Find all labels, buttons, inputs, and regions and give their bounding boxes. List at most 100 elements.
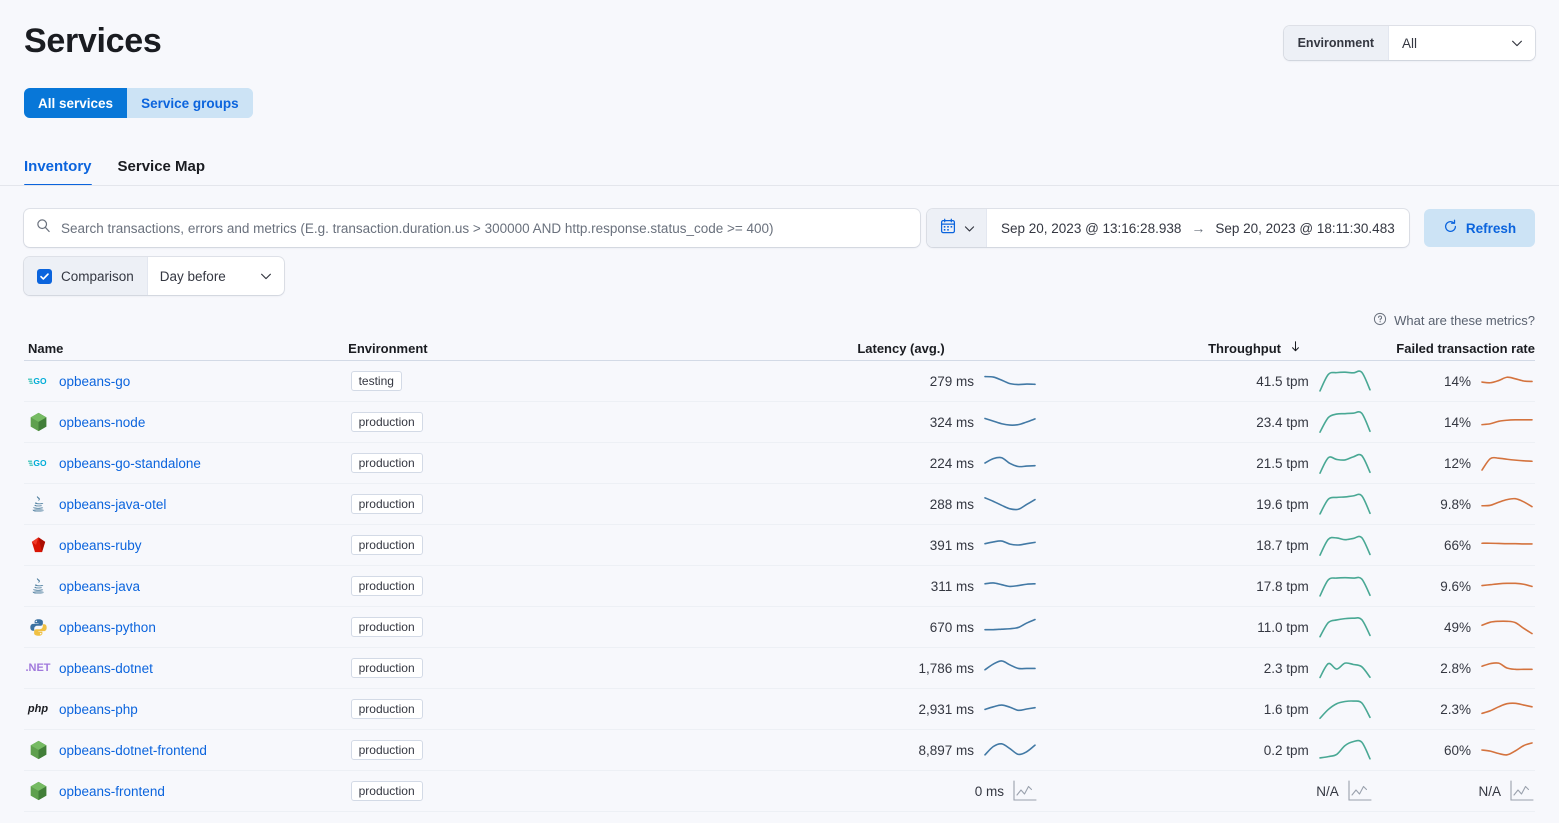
cell-latency: 8,897 ms <box>695 736 1038 764</box>
table-row[interactable]: opbeans-nodeproduction324 ms23.4 tpm14% <box>24 402 1535 443</box>
throughput-sparkline <box>1317 572 1373 600</box>
failed-transaction-rate-value: 14% <box>1444 374 1471 389</box>
search-bar[interactable]: Search transactions, errors and metrics … <box>24 209 920 247</box>
environment-badge: testing <box>351 371 402 391</box>
throughput-sparkline <box>1317 736 1373 764</box>
comparison-select[interactable]: Day before <box>148 257 284 295</box>
service-link[interactable]: opbeans-go-standalone <box>59 456 201 471</box>
cell-name: phpopbeans-php <box>24 699 351 719</box>
services-page: Services Environment All All services Se… <box>0 0 1559 823</box>
service-link[interactable]: opbeans-java-otel <box>59 497 166 512</box>
service-link[interactable]: opbeans-php <box>59 702 138 717</box>
environment-badge: production <box>351 740 423 760</box>
cell-failed-transaction-rate: 60% <box>1373 736 1535 764</box>
environment-select[interactable]: All <box>1389 26 1535 60</box>
cell-latency: 2,931 ms <box>695 695 1038 723</box>
cell-name: GOopbeans-go-standalone <box>24 453 351 473</box>
failed-transaction-rate-sparkline <box>1479 367 1535 395</box>
cell-environment: production <box>351 494 695 514</box>
date-range-end[interactable]: Sep 20, 2023 @ 18:11:30.483 <box>1215 221 1394 236</box>
service-link[interactable]: opbeans-dotnet <box>59 661 153 676</box>
cell-throughput: 18.7 tpm <box>1038 531 1373 559</box>
cell-failed-transaction-rate: N/A <box>1373 780 1535 802</box>
go-icon: GO <box>28 371 48 391</box>
environment-badge: production <box>351 576 423 596</box>
service-link[interactable]: opbeans-java <box>59 579 140 594</box>
service-link[interactable]: opbeans-python <box>59 620 156 635</box>
calendar-icon <box>940 218 956 239</box>
table-row[interactable]: .NETopbeans-dotnetproduction1,786 ms2.3 … <box>24 648 1535 689</box>
latency-value: 224 ms <box>930 456 974 471</box>
environment-picker[interactable]: Environment All <box>1284 26 1535 60</box>
service-link[interactable]: opbeans-dotnet-frontend <box>59 743 207 758</box>
cell-failed-transaction-rate: 66% <box>1373 531 1535 559</box>
throughput-sparkline <box>1317 408 1373 436</box>
table-row[interactable]: GOopbeans-go-standaloneproduction224 ms2… <box>24 443 1535 484</box>
column-header-throughput[interactable]: Throughput <box>1037 340 1374 356</box>
refresh-label: Refresh <box>1466 221 1516 236</box>
cell-latency: 224 ms <box>695 449 1038 477</box>
question-circle-icon <box>1373 312 1387 329</box>
column-header-latency[interactable]: Latency (avg.) <box>690 341 1037 356</box>
latency-sparkline <box>982 367 1038 395</box>
failed-transaction-rate-value: 14% <box>1444 415 1471 430</box>
table-row[interactable]: phpopbeans-phpproduction2,931 ms1.6 tpm2… <box>24 689 1535 730</box>
table-row[interactable]: opbeans-ruby production 391 ms18.7 tpm66% <box>24 525 1535 566</box>
failed-transaction-rate-sparkline <box>1479 408 1535 436</box>
table-row[interactable]: opbeans-java-otelproduction288 ms19.6 tp… <box>24 484 1535 525</box>
tab-inventory[interactable]: Inventory <box>24 158 92 186</box>
tab-service-map[interactable]: Service Map <box>118 158 206 186</box>
column-header-failed-transaction-rate[interactable]: Failed transaction rate <box>1374 341 1535 356</box>
java-icon <box>28 576 48 596</box>
services-table: Name Environment Latency (avg.) Throughp… <box>24 336 1535 812</box>
segment-service-groups[interactable]: Service groups <box>127 88 253 118</box>
environment-label: Environment <box>1284 26 1389 60</box>
column-header-environment[interactable]: Environment <box>348 341 690 356</box>
comparison-control[interactable]: Comparison Day before <box>24 257 284 295</box>
date-quick-menu-button[interactable] <box>927 209 987 247</box>
comparison-checkbox-group[interactable]: Comparison <box>24 257 148 295</box>
python-icon <box>28 617 48 637</box>
column-header-name[interactable]: Name <box>24 341 348 356</box>
arrow-down-icon <box>1289 340 1302 356</box>
table-row[interactable]: opbeans-dotnet-frontend production 8,897 m… <box>24 730 1535 771</box>
cell-name: opbeans-java-otel <box>24 494 351 514</box>
segment-all-services[interactable]: All services <box>24 88 127 118</box>
what-are-these-metrics-link[interactable]: What are these metrics? <box>1373 312 1535 329</box>
latency-value: 279 ms <box>930 374 974 389</box>
service-link[interactable]: opbeans-go <box>59 374 130 389</box>
cell-failed-transaction-rate: 9.6% <box>1373 572 1535 600</box>
cell-name: opbeans-frontend <box>24 781 351 801</box>
failed-transaction-rate-sparkline <box>1479 490 1535 518</box>
throughput-value: 23.4 tpm <box>1256 415 1309 430</box>
latency-value: 8,897 ms <box>918 743 974 758</box>
table-row[interactable]: opbeans-javaproduction311 ms17.8 tpm9.6% <box>24 566 1535 607</box>
service-link[interactable]: opbeans-ruby <box>59 538 142 553</box>
latency-sparkline <box>982 613 1038 641</box>
date-range-display[interactable]: Sep 20, 2023 @ 13:16:28.938 → Sep 20, 20… <box>987 209 1409 247</box>
service-link[interactable]: opbeans-frontend <box>59 784 165 799</box>
refresh-button[interactable]: Refresh <box>1424 209 1535 247</box>
failed-transaction-rate-sparkline <box>1479 572 1535 600</box>
services-scope-toggle[interactable]: All services Service groups <box>24 88 253 118</box>
table-body: GO opbeans-go testing 279 ms 41.5 tpm 14% opbe… <box>24 361 1535 812</box>
cell-latency: 391 ms <box>695 531 1038 559</box>
throughput-value: 41.5 tpm <box>1256 374 1309 389</box>
failed-transaction-rate-value: 12% <box>1444 456 1471 471</box>
date-range-start[interactable]: Sep 20, 2023 @ 13:16:28.938 <box>1001 221 1181 236</box>
date-range-picker[interactable]: Sep 20, 2023 @ 13:16:28.938 → Sep 20, 20… <box>927 209 1409 247</box>
ruby-icon <box>28 535 48 555</box>
environment-selected-value: All <box>1402 36 1417 51</box>
cell-name: .NETopbeans-dotnet <box>24 658 351 678</box>
search-input[interactable]: Search transactions, errors and metrics … <box>61 221 774 236</box>
cell-name: opbeans-node <box>24 412 351 432</box>
cell-environment: testing <box>351 371 695 391</box>
cell-name: opbeans-ruby <box>24 535 351 555</box>
service-link[interactable]: opbeans-node <box>59 415 145 430</box>
table-row[interactable]: opbeans-frontendproduction0 msN/AN/A <box>24 771 1535 812</box>
table-row[interactable]: GO opbeans-go testing 279 ms 41.5 tpm 14% <box>24 361 1535 402</box>
comparison-checkbox[interactable] <box>37 269 52 284</box>
page-title: Services <box>24 18 162 64</box>
environment-badge: production <box>351 535 423 555</box>
table-row[interactable]: opbeans-pythonproduction670 ms11.0 tpm49… <box>24 607 1535 648</box>
